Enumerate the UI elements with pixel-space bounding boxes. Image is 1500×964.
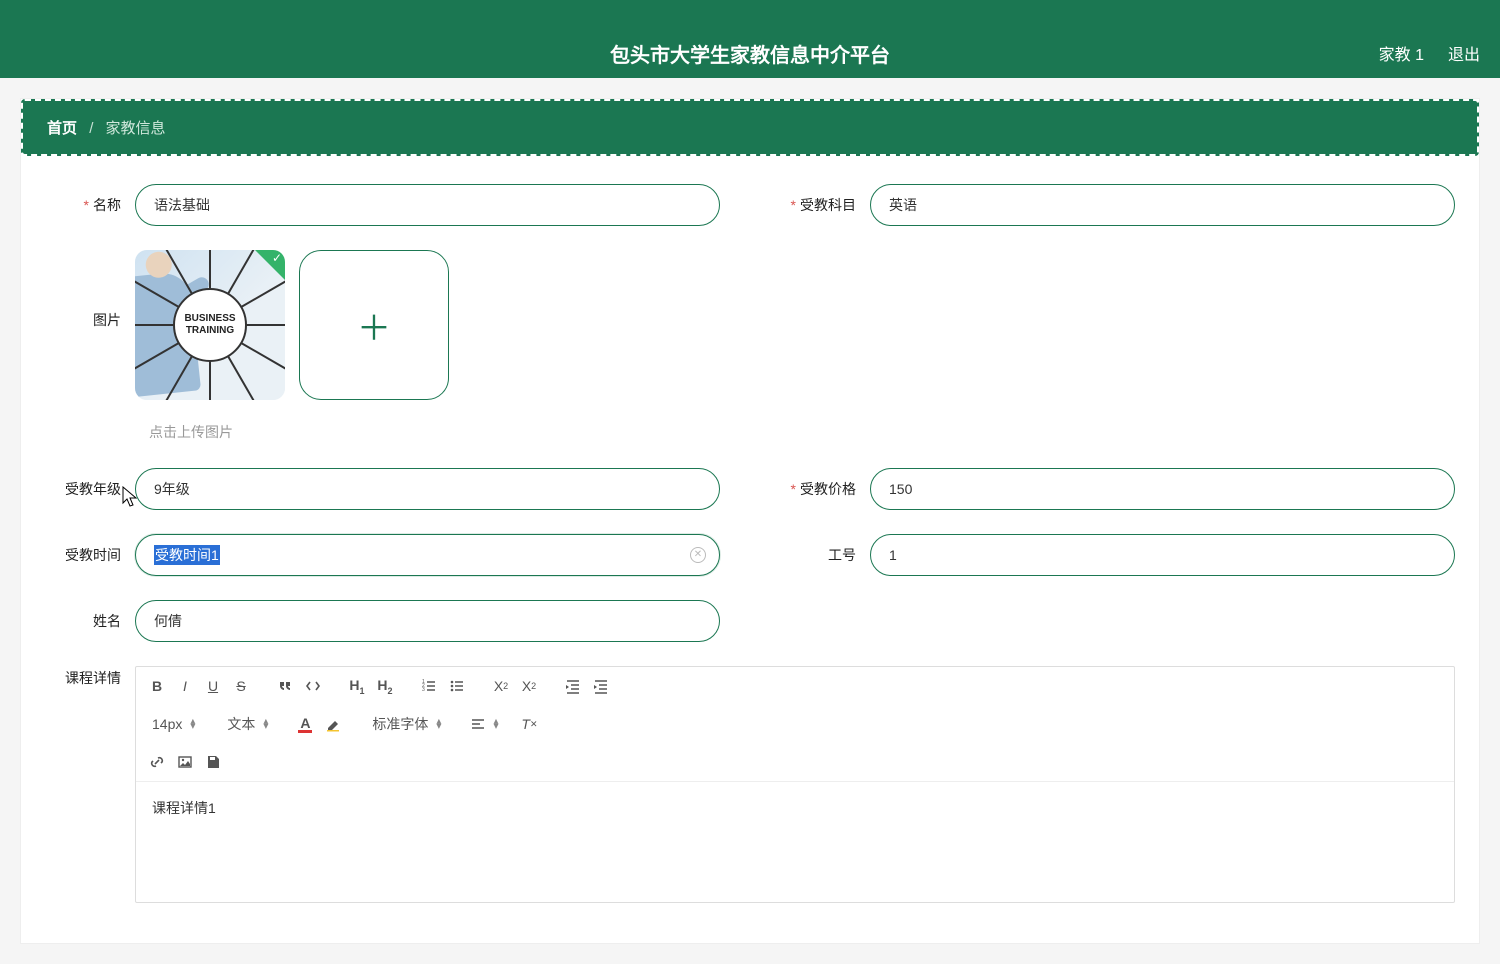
grade-input[interactable] (135, 468, 720, 510)
underline-button[interactable]: U (200, 673, 226, 699)
breadcrumb-separator: / (89, 120, 93, 137)
bold-button[interactable]: B (144, 673, 170, 699)
chevron-updown-icon: ▴▾ (493, 719, 498, 729)
svg-text:3: 3 (422, 687, 425, 693)
breadcrumb: 首页 / 家教信息 (21, 99, 1479, 156)
indent-decrease-button[interactable] (560, 673, 586, 699)
superscript-button[interactable]: X2 (516, 673, 542, 699)
breadcrumb-current: 家教信息 (106, 120, 166, 137)
editor-toolbar: B I U S (136, 667, 1454, 782)
time-label: 受教时间 (65, 547, 121, 563)
upload-hint: 点击上传图片 (149, 422, 1455, 442)
indent-increase-button[interactable] (588, 673, 614, 699)
chevron-updown-icon: ▴▾ (190, 719, 195, 729)
name-input[interactable] (135, 184, 720, 226)
clear-icon[interactable]: ✕ (690, 547, 706, 563)
rich-text-editor: B I U S (135, 666, 1455, 903)
h2-button[interactable]: H2 (372, 673, 398, 699)
empno-input[interactable] (870, 534, 1455, 576)
editor-content[interactable]: 课程详情1 (136, 782, 1454, 902)
code-button[interactable] (300, 673, 326, 699)
name-label: 名称 (93, 197, 121, 213)
align-button[interactable] (465, 711, 491, 737)
app-header: 包头市大学生家教信息中介平台 家教 1 退出 (0, 0, 1500, 78)
breadcrumb-home[interactable]: 首页 (47, 120, 77, 137)
upload-success-icon (255, 250, 285, 280)
detail-label: 课程详情 (65, 670, 121, 686)
price-input[interactable] (870, 468, 1455, 510)
time-input[interactable]: 受教时间1 (135, 534, 720, 576)
teacher-label: 姓名 (93, 613, 121, 629)
chevron-updown-icon: ▴▾ (436, 719, 441, 729)
italic-button[interactable]: I (172, 673, 198, 699)
paragraph-select[interactable]: 文本 ▴▾ (219, 711, 274, 737)
highlight-button[interactable] (320, 711, 346, 737)
font-size-select[interactable]: 14px ▴▾ (144, 711, 201, 737)
image-button[interactable] (172, 749, 198, 775)
teacher-input[interactable] (135, 600, 720, 642)
price-label: 受教价格 (800, 481, 856, 497)
app-title: 包头市大学生家教信息中介平台 (610, 39, 890, 68)
chevron-updown-icon: ▴▾ (263, 719, 268, 729)
upload-add-button[interactable]: ＋ (299, 250, 449, 400)
logout-link[interactable]: 退出 (1448, 41, 1480, 65)
save-button[interactable] (200, 749, 226, 775)
unordered-list-button[interactable] (444, 673, 470, 699)
subscript-button[interactable]: X2 (488, 673, 514, 699)
quote-button[interactable] (272, 673, 298, 699)
subject-label: 受教科目 (800, 197, 856, 213)
clear-format-button[interactable]: T✕ (516, 711, 542, 737)
time-input-selected-text: 受教时间1 (154, 545, 220, 565)
ordered-list-button[interactable]: 123 (416, 673, 442, 699)
uploaded-image-thumb[interactable]: BUSINESSTRAINING (135, 250, 285, 400)
subject-input[interactable] (870, 184, 1455, 226)
h1-button[interactable]: H1 (344, 673, 370, 699)
header-scallop (0, 0, 1500, 28)
font-family-select[interactable]: 标准字体 ▴▾ (364, 711, 447, 737)
font-color-button[interactable]: A (292, 711, 318, 737)
empno-label: 工号 (828, 547, 856, 563)
strike-button[interactable]: S (228, 673, 254, 699)
link-button[interactable] (144, 749, 170, 775)
grade-label: 受教年级 (65, 481, 121, 497)
image-label: 图片 (93, 312, 121, 328)
header-user[interactable]: 家教 1 (1379, 41, 1424, 65)
plus-icon: ＋ (357, 301, 391, 350)
